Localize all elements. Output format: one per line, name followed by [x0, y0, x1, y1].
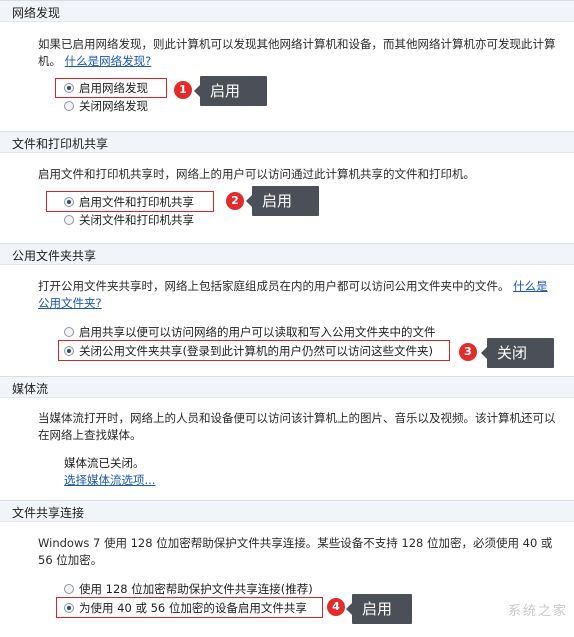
option-label: 关闭文件和打印机共享 — [79, 213, 194, 227]
radio-selected-icon[interactable] — [64, 603, 74, 613]
option-enable-public-folder-sharing[interactable]: 启用共享以便可以访问网络的用户可以读取和写入公用文件夹中的文件 — [64, 324, 436, 340]
public-folder-sharing-header: 公用文件夹共享 — [0, 243, 574, 265]
file-printer-sharing-description: 启用文件和打印机共享时，网络上的用户可以访问通过此计算机共享的文件和打印机。 — [38, 167, 475, 181]
media-streaming-title: 媒体流 — [12, 382, 49, 396]
media-streaming-description: 当媒体流打开时，网络上的人员和设备便可以访问该计算机上的图片、音乐以及视频。该计… — [38, 411, 556, 442]
callout-enable-1: 启用 — [194, 76, 267, 106]
media-streaming-header: 媒体流 — [0, 376, 574, 398]
option-label: 关闭公用文件夹共享(登录到此计算机的用户仍然可以访问这些文件夹) — [79, 344, 433, 358]
file-sharing-connections-title: 文件共享连接 — [12, 506, 85, 520]
option-40-56-bit-encryption[interactable]: 为使用 40 或 56 位加密的设备启用文件共享 — [64, 600, 307, 616]
option-label: 为使用 40 或 56 位加密的设备启用文件共享 — [79, 601, 307, 615]
radio-unselected-icon[interactable] — [64, 584, 74, 594]
file-printer-sharing-title: 文件和打印机共享 — [12, 137, 109, 151]
network-discovery-description: 如果已启用网络发现，则此计算机可以发现其他网络计算机和设备，而其他网络计算机亦可… — [38, 36, 558, 70]
option-128-bit-encryption[interactable]: 使用 128 位加密帮助保护文件共享连接(推荐) — [64, 581, 313, 597]
option-disable-network-discovery[interactable]: 关闭网络发现 — [64, 98, 148, 114]
network-discovery-title: 网络发现 — [12, 6, 61, 20]
callout-disable-3: 关闭 — [481, 338, 554, 368]
file-sharing-connections-header: 文件共享连接 — [0, 500, 574, 522]
option-enable-file-printer-sharing[interactable]: 启用文件和打印机共享 — [64, 194, 194, 210]
option-label: 关闭网络发现 — [79, 99, 148, 113]
option-label: 使用 128 位加密帮助保护文件共享连接(推荐) — [79, 582, 313, 596]
option-label: 启用共享以便可以访问网络的用户可以读取和写入公用文件夹中的文件 — [79, 325, 436, 339]
option-enable-network-discovery[interactable]: 启用网络发现 — [64, 80, 148, 96]
media-streaming-options-link[interactable]: 选择媒体流选项... — [64, 472, 155, 488]
public-folder-sharing-description: 打开公用文件夹共享时，网络上包括家庭组成员在内的用户都可以访问公用文件夹中的文件… — [38, 278, 558, 312]
media-streaming-status: 媒体流已关闭。 — [64, 456, 145, 470]
option-disable-file-printer-sharing[interactable]: 关闭文件和打印机共享 — [64, 212, 194, 228]
option-disable-public-folder-sharing[interactable]: 关闭公用文件夹共享(登录到此计算机的用户仍然可以访问这些文件夹) — [64, 343, 433, 359]
step-badge-4: 4 — [327, 598, 345, 616]
public-folder-desc-text: 打开公用文件夹共享时，网络上包括家庭组成员在内的用户都可以访问公用文件夹中的文件… — [38, 279, 510, 293]
step-badge-3: 3 — [459, 343, 477, 361]
radio-unselected-icon[interactable] — [64, 327, 74, 337]
radio-unselected-icon[interactable] — [64, 101, 74, 111]
file-sharing-connections-description: Windows 7 使用 128 位加密帮助保护文件共享连接。某些设备不支持 1… — [38, 536, 553, 567]
radio-selected-icon[interactable] — [64, 83, 74, 93]
radio-unselected-icon[interactable] — [64, 215, 74, 225]
watermark: 系统之家 — [507, 604, 568, 619]
public-folder-sharing-title: 公用文件夹共享 — [12, 249, 97, 263]
file-printer-sharing-header: 文件和打印机共享 — [0, 131, 574, 153]
step-badge-2: 2 — [226, 192, 244, 210]
network-discovery-help-link[interactable]: 什么是网络发现? — [65, 54, 152, 68]
option-label: 启用文件和打印机共享 — [79, 195, 194, 209]
option-label: 启用网络发现 — [79, 81, 148, 95]
callout-enable-2: 启用 — [246, 186, 319, 216]
radio-selected-icon[interactable] — [64, 197, 74, 207]
callout-enable-4: 启用 — [346, 594, 412, 624]
radio-selected-icon[interactable] — [64, 346, 74, 356]
step-badge-1: 1 — [174, 81, 192, 99]
network-discovery-header: 网络发现 — [0, 0, 574, 22]
